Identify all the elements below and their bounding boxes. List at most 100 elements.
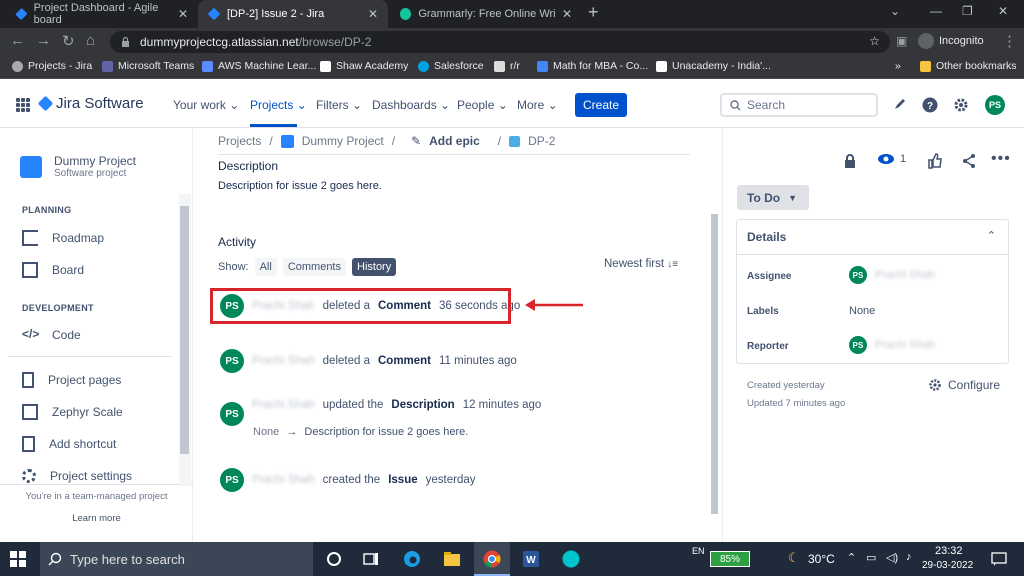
sidebar-item-project-pages[interactable]: Project pages: [22, 372, 121, 388]
sidebar-item-project-settings[interactable]: Project settings: [22, 469, 132, 483]
profile-avatar[interactable]: PS: [985, 95, 1005, 115]
assignee-field[interactable]: PS Prachi Shah: [849, 266, 935, 284]
menu-icon[interactable]: ⋮: [1002, 32, 1017, 50]
filter-comments-button[interactable]: Comments: [282, 258, 346, 276]
nav-filters[interactable]: Filters ⌄: [316, 98, 362, 112]
new-tab-icon[interactable]: +: [588, 2, 599, 23]
details-heading[interactable]: Details: [737, 220, 1008, 255]
nav-people[interactable]: People ⌄: [457, 98, 508, 112]
incognito-indicator[interactable]: Incognito: [918, 33, 984, 49]
browser-tab-issue[interactable]: [DP-2] Issue 2 - Jira ✕: [198, 0, 388, 28]
cortana-icon[interactable]: [325, 550, 343, 568]
nav-dashboards[interactable]: Dashboards ⌄: [372, 98, 450, 112]
breadcrumb-projects[interactable]: Projects: [218, 134, 261, 148]
clock-date[interactable]: 29-03-2022: [922, 560, 973, 571]
bookmark-item[interactable]: r/r: [494, 60, 520, 72]
bookmark-item[interactable]: Microsoft Teams: [102, 60, 194, 72]
file-explorer-icon[interactable]: [443, 550, 461, 568]
bookmark-item[interactable]: Projects - Jira: [12, 60, 92, 72]
forward-icon[interactable]: →: [36, 32, 51, 49]
language-indicator[interactable]: EN: [692, 546, 705, 556]
filter-history-button[interactable]: History: [352, 258, 397, 276]
user-name[interactable]: Prachi Shah: [252, 399, 315, 411]
more-actions-icon[interactable]: •••: [991, 150, 1011, 168]
reload-icon[interactable]: ↻: [62, 32, 75, 50]
edge-icon[interactable]: [403, 550, 421, 568]
description-text[interactable]: Description for issue 2 goes here.: [218, 180, 382, 192]
browser-tab-grammarly[interactable]: Grammarly: Free Online Writing A ✕: [390, 0, 582, 28]
sidebar-scrollbar[interactable]: [179, 194, 191, 486]
scrollbar-thumb[interactable]: [711, 214, 718, 514]
learn-more-link[interactable]: Learn more: [0, 513, 193, 524]
sidebar-item-zephyr[interactable]: Zephyr Scale: [22, 404, 123, 420]
sidebar-item-board[interactable]: Board: [22, 262, 84, 278]
bookmarks-overflow[interactable]: »: [895, 60, 901, 72]
clock-time[interactable]: 23:32: [935, 545, 963, 557]
reporter-field[interactable]: PS Prachi Shah: [849, 336, 935, 354]
nav-more[interactable]: More ⌄: [517, 98, 558, 112]
add-epic-button[interactable]: Add epic: [429, 134, 480, 148]
battery-indicator[interactable]: 85%: [710, 551, 750, 567]
user-avatar[interactable]: PS: [220, 349, 244, 373]
sidebar-item-code[interactable]: </> Code: [22, 327, 81, 343]
close-window-icon[interactable]: ✕: [998, 4, 1008, 18]
share-icon[interactable]: [961, 153, 977, 169]
bookmark-item[interactable]: Unacademy - India'...: [656, 60, 771, 72]
jira-logo[interactable]: Jira Software: [37, 95, 144, 112]
back-icon[interactable]: ←: [10, 32, 25, 49]
breadcrumb-project[interactable]: Dummy Project: [302, 134, 384, 148]
network-icon[interactable]: ▭: [866, 551, 876, 564]
main-scrollbar[interactable]: [709, 214, 719, 514]
browser-tab-agile-board[interactable]: Project Dashboard - Agile board ✕: [6, 0, 198, 28]
address-bar[interactable]: dummyprojectcg.atlassian.net/browse/DP-2…: [110, 31, 890, 53]
notification-center-icon[interactable]: [990, 550, 1008, 568]
bookmark-item[interactable]: Salesforce: [418, 60, 484, 72]
chevron-up-icon[interactable]: ⌃: [987, 229, 996, 242]
word-icon[interactable]: W: [522, 550, 540, 568]
search-input[interactable]: Search: [720, 93, 878, 117]
bookmark-item[interactable]: AWS Machine Lear...: [202, 60, 316, 72]
bookmark-item[interactable]: Shaw Academy: [320, 60, 408, 72]
weather-temperature[interactable]: 30°C: [808, 552, 835, 566]
bookmark-star-icon[interactable]: ☆: [869, 34, 880, 48]
canva-icon[interactable]: [562, 550, 580, 568]
user-avatar[interactable]: PS: [220, 402, 244, 426]
speaker-icon[interactable]: ♪: [906, 551, 912, 563]
home-icon[interactable]: ⌂: [86, 32, 95, 49]
notifications-icon[interactable]: [891, 97, 907, 113]
bookmark-item[interactable]: Math for MBA - Co...: [537, 60, 648, 72]
tray-overflow-icon[interactable]: ⌃: [847, 551, 856, 564]
configure-button[interactable]: Configure: [928, 378, 1000, 392]
taskbar-search-input[interactable]: Type here to search: [40, 542, 313, 576]
user-name[interactable]: Prachi Shah: [252, 355, 315, 367]
create-button[interactable]: Create: [575, 93, 627, 117]
sort-newest-first-button[interactable]: Newest first ↓≡: [604, 258, 678, 270]
chrome-taskbar-button[interactable]: [474, 542, 510, 576]
user-name[interactable]: Prachi Shah: [252, 474, 315, 486]
settings-gear-icon[interactable]: [953, 97, 969, 113]
breadcrumb-issue-key[interactable]: DP-2: [528, 134, 555, 148]
project-header[interactable]: Dummy Project Software project: [20, 154, 136, 179]
tab-search-icon[interactable]: ⌄: [890, 4, 900, 18]
scrollbar-thumb[interactable]: [180, 206, 189, 454]
nav-your-work[interactable]: Your work ⌄: [173, 98, 239, 112]
thumbs-up-icon[interactable]: [927, 153, 943, 169]
close-tab-icon[interactable]: ✕: [368, 7, 378, 21]
sidebar-item-add-shortcut[interactable]: Add shortcut: [22, 436, 116, 452]
other-bookmarks[interactable]: Other bookmarks: [920, 60, 1017, 72]
filter-all-button[interactable]: All: [254, 258, 277, 276]
watch-button[interactable]: 1: [877, 153, 906, 165]
volume-icon[interactable]: ◁): [886, 551, 898, 564]
close-tab-icon[interactable]: ✕: [178, 7, 188, 21]
lock-icon[interactable]: [842, 153, 858, 169]
close-tab-icon[interactable]: ✕: [562, 7, 572, 21]
status-dropdown[interactable]: To Do ▼: [737, 185, 809, 210]
sidebar-item-roadmap[interactable]: Roadmap: [22, 230, 104, 246]
windows-start-icon[interactable]: [10, 551, 26, 567]
minimize-icon[interactable]: —: [930, 4, 942, 18]
labels-field[interactable]: None: [849, 305, 875, 317]
user-avatar[interactable]: PS: [220, 468, 244, 492]
restore-icon[interactable]: ❐: [962, 4, 973, 18]
task-view-icon[interactable]: [362, 550, 380, 568]
app-switcher-icon[interactable]: [16, 98, 30, 112]
